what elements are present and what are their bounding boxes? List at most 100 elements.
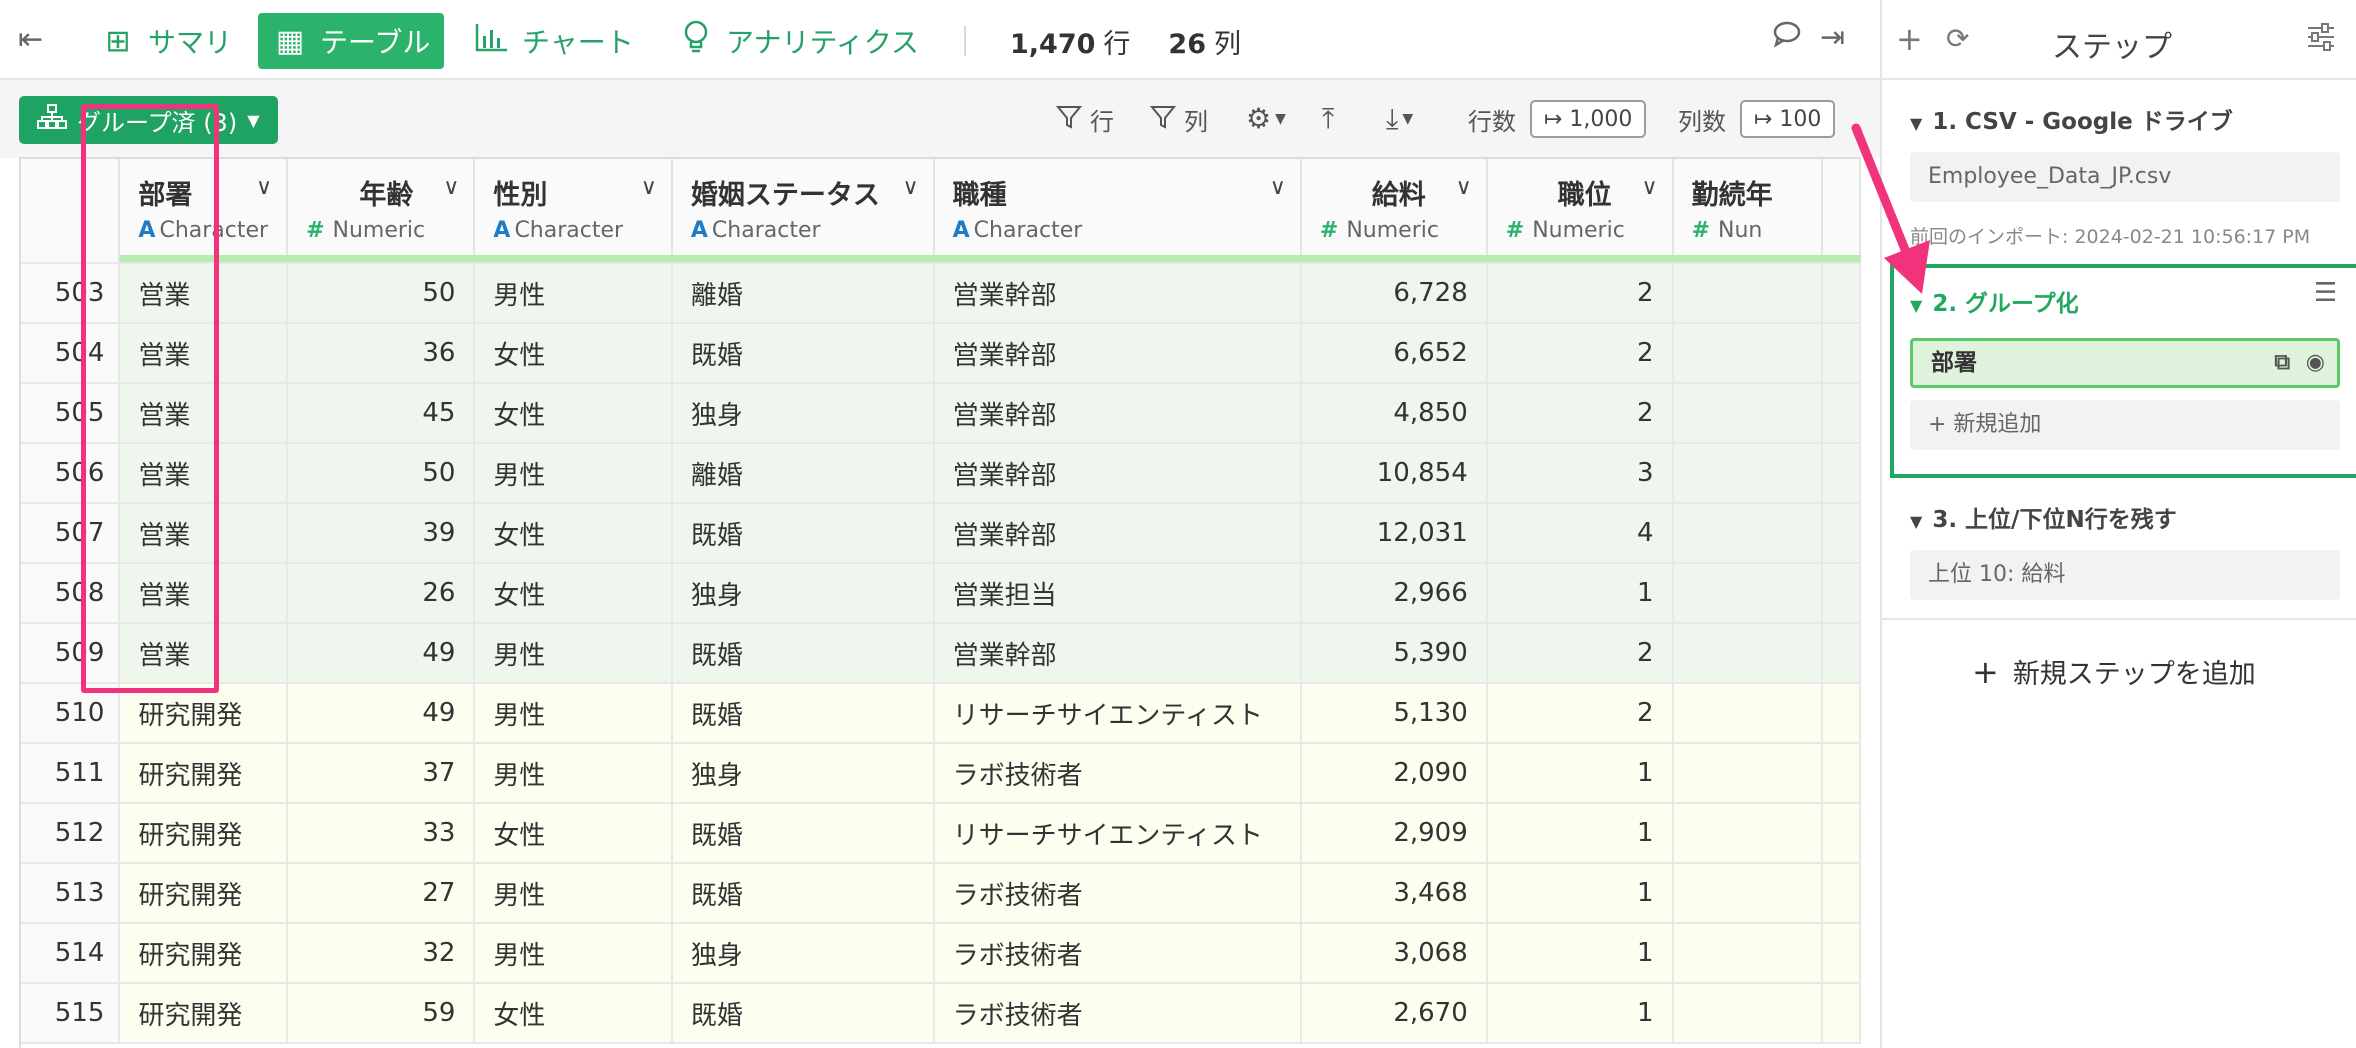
table-row[interactable]: 514 研究開発 32 男性 独身 ラボ技術者 3,068 1 <box>21 923 1861 984</box>
table-cell[interactable] <box>1672 743 1824 804</box>
table-cell[interactable]: 10,854 <box>1300 443 1488 504</box>
table-cell[interactable] <box>1672 923 1824 984</box>
table-cell[interactable]: 離婚 <box>671 263 935 324</box>
table-cell[interactable]: 営業幹部 <box>933 323 1302 384</box>
table-cell[interactable]: 50 <box>287 263 476 324</box>
collapse-right-icon[interactable]: ⇥ <box>1820 20 1845 55</box>
tab-analytics[interactable]: アナリティクス <box>664 13 933 69</box>
table-cell[interactable] <box>1672 443 1824 504</box>
table-cell[interactable]: 5,390 <box>1300 623 1488 684</box>
table-cell[interactable]: ラボ技術者 <box>933 923 1302 984</box>
table-cell[interactable] <box>1672 503 1824 564</box>
table-cell[interactable]: 既婚 <box>671 503 935 564</box>
step-2-title[interactable]: ▼ 2. グループ化 <box>1910 284 2079 318</box>
col-filter-button[interactable]: 列 <box>1149 102 1208 137</box>
table-cell[interactable]: 27 <box>287 863 476 924</box>
table-cell[interactable]: 4 <box>1486 503 1674 564</box>
table-cell[interactable]: 女性 <box>474 983 673 1044</box>
chevron-down-icon[interactable]: ∨ <box>1641 175 1657 200</box>
menu-icon[interactable]: ☰ <box>2314 278 2337 308</box>
table-cell[interactable]: 営業幹部 <box>933 383 1302 444</box>
chevron-down-icon[interactable]: ∨ <box>1456 175 1472 200</box>
chevron-down-icon[interactable]: ∨ <box>903 175 919 200</box>
table-cell[interactable]: ラボ技術者 <box>933 743 1302 804</box>
table-cell[interactable]: 1 <box>1486 863 1674 924</box>
refresh-icon[interactable]: ⟳ <box>1946 22 1969 55</box>
table-cell[interactable]: 営業 <box>119 443 289 504</box>
column-header-department[interactable]: 部署 A Character ∨ <box>119 159 289 255</box>
row-limit-button[interactable]: ↦ 1,000 <box>1530 100 1647 138</box>
download-menu[interactable]: ⤓ ▼ <box>1386 102 1413 136</box>
table-cell[interactable]: 1 <box>1486 983 1674 1044</box>
comment-icon[interactable] <box>1772 20 1802 56</box>
chevron-down-icon[interactable]: ∨ <box>256 175 272 200</box>
table-cell[interactable]: 5,130 <box>1300 683 1488 744</box>
table-cell[interactable]: 女性 <box>474 563 673 624</box>
table-row[interactable]: 512 研究開発 33 女性 既婚 リサーチサイエンティスト 2,909 1 <box>21 803 1861 864</box>
table-cell[interactable]: 研究開発 <box>119 743 289 804</box>
table-cell[interactable]: 2 <box>1486 623 1674 684</box>
table-cell[interactable]: 12,031 <box>1300 503 1488 564</box>
table-cell[interactable]: 3 <box>1486 443 1674 504</box>
sliders-icon[interactable] <box>2306 22 2336 60</box>
copy-icon[interactable]: ⧉ <box>2274 350 2290 375</box>
table-cell[interactable]: 男性 <box>474 623 673 684</box>
add-icon[interactable]: + <box>1896 20 1923 58</box>
table-cell[interactable]: リサーチサイエンティスト <box>933 803 1302 864</box>
table-cell[interactable]: 既婚 <box>671 683 935 744</box>
table-cell[interactable] <box>1672 323 1824 384</box>
chevron-down-icon[interactable]: ∨ <box>1270 175 1286 200</box>
table-row[interactable]: 507 営業 39 女性 既婚 営業幹部 12,031 4 <box>21 503 1861 564</box>
table-cell[interactable]: 既婚 <box>671 803 935 864</box>
table-cell[interactable]: 6,652 <box>1300 323 1488 384</box>
table-cell[interactable]: 32 <box>287 923 476 984</box>
table-cell[interactable]: 既婚 <box>671 323 935 384</box>
table-cell[interactable]: 独身 <box>671 383 935 444</box>
table-cell[interactable] <box>1672 383 1824 444</box>
table-cell[interactable]: 既婚 <box>671 983 935 1044</box>
table-cell[interactable]: 営業 <box>119 323 289 384</box>
step-1-source-file[interactable]: Employee_Data_JP.csv <box>1910 152 2340 202</box>
table-cell[interactable]: 2 <box>1486 383 1674 444</box>
table-cell[interactable] <box>1672 803 1824 864</box>
tab-table[interactable]: ▦ テーブル <box>258 13 445 69</box>
table-cell[interactable]: 女性 <box>474 503 673 564</box>
settings-menu[interactable]: ⚙ ▼ <box>1246 102 1286 135</box>
table-cell[interactable]: 1 <box>1486 923 1674 984</box>
step-1-title[interactable]: ▼ 1. CSV - Google ドライブ <box>1910 102 2233 136</box>
table-cell[interactable] <box>1672 863 1824 924</box>
table-cell[interactable]: 研究開発 <box>119 923 289 984</box>
table-cell[interactable]: 男性 <box>474 443 673 504</box>
table-cell[interactable]: 営業幹部 <box>933 263 1302 324</box>
chevron-down-icon[interactable]: ∨ <box>443 175 459 200</box>
table-cell[interactable]: 男性 <box>474 743 673 804</box>
table-row[interactable]: 509 営業 49 男性 既婚 営業幹部 5,390 2 <box>21 623 1861 684</box>
column-header-job-role[interactable]: 職種 A Character ∨ <box>933 159 1302 255</box>
table-row[interactable]: 504 営業 36 女性 既婚 営業幹部 6,652 2 <box>21 323 1861 384</box>
table-cell[interactable]: 4,850 <box>1300 383 1488 444</box>
table-cell[interactable]: 営業 <box>119 263 289 324</box>
table-cell[interactable]: ラボ技術者 <box>933 863 1302 924</box>
table-cell[interactable]: 37 <box>287 743 476 804</box>
upload-button[interactable]: ⤒ <box>1322 102 1334 136</box>
table-cell[interactable]: リサーチサイエンティスト <box>933 683 1302 744</box>
table-cell[interactable]: 営業 <box>119 563 289 624</box>
table-cell[interactable] <box>1672 263 1824 324</box>
table-cell[interactable]: 1 <box>1486 803 1674 864</box>
column-header-age[interactable]: 年齢 # Numeric ∨ <box>287 159 476 255</box>
table-cell[interactable]: 営業担当 <box>933 563 1302 624</box>
col-limit-button[interactable]: ↦ 100 <box>1740 100 1836 138</box>
table-cell[interactable] <box>1672 563 1824 624</box>
table-row[interactable]: 506 営業 50 男性 離婚 営業幹部 10,854 3 <box>21 443 1861 504</box>
tab-chart[interactable]: チャート <box>460 13 648 69</box>
table-cell[interactable]: 6,728 <box>1300 263 1488 324</box>
table-row[interactable]: 513 研究開発 27 男性 既婚 ラボ技術者 3,468 1 <box>21 863 1861 924</box>
table-cell[interactable] <box>1672 683 1824 744</box>
column-header-marital-status[interactable]: 婚姻ステータス A Character ∨ <box>671 159 935 255</box>
table-cell[interactable]: 26 <box>287 563 476 624</box>
table-cell[interactable]: 2,909 <box>1300 803 1488 864</box>
table-cell[interactable]: 営業幹部 <box>933 623 1302 684</box>
table-cell[interactable]: 男性 <box>474 923 673 984</box>
table-cell[interactable]: 2,090 <box>1300 743 1488 804</box>
add-step-button[interactable]: + 新規ステップを追加 <box>1972 652 2256 691</box>
